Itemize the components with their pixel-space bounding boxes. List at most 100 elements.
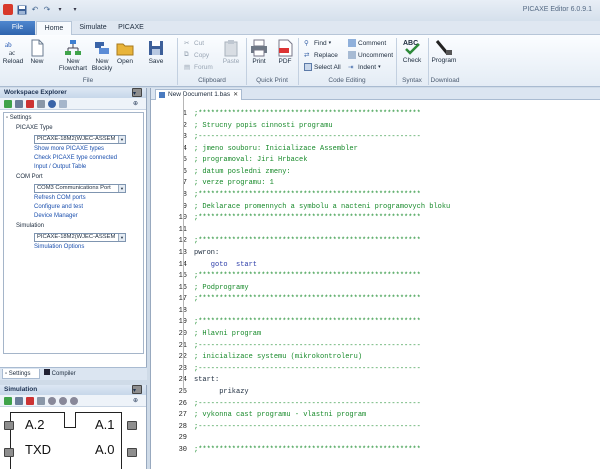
code-line[interactable]: ;***************************************… bbox=[194, 318, 421, 326]
simulation-toolbar bbox=[0, 395, 146, 407]
code-line[interactable]: ; Deklarace promennych a symbolu a nacte… bbox=[194, 203, 450, 211]
code-line[interactable]: ; datum posledni zmeny: bbox=[194, 168, 291, 176]
check-button[interactable]: ABC Check bbox=[400, 38, 424, 64]
code-line[interactable]: pwron: bbox=[194, 249, 219, 257]
wrench-tool-icon[interactable] bbox=[37, 99, 45, 108]
code-line[interactable]: ; vykonna cast programu - vlastni progra… bbox=[194, 411, 366, 419]
add-tool-icon[interactable] bbox=[48, 99, 56, 108]
new-flowchart-button[interactable]: New Flowchart bbox=[58, 39, 88, 72]
cut-button[interactable]: ✂ Cut bbox=[184, 38, 204, 48]
find-button[interactable]: ⚲ Find ▾ bbox=[304, 38, 331, 48]
group-file-label: File bbox=[82, 77, 94, 84]
open-button[interactable]: Open bbox=[116, 39, 134, 65]
zoom-in-icon[interactable] bbox=[59, 396, 67, 405]
tab-simulate[interactable]: Simulate bbox=[74, 21, 112, 35]
configure-test-link[interactable]: Configure and test bbox=[34, 204, 83, 210]
tree-settings[interactable]: ▫ Settings bbox=[6, 115, 31, 121]
quick-access-more-icon[interactable]: ▾ bbox=[70, 4, 80, 15]
chip-pin[interactable] bbox=[4, 421, 14, 430]
code-line[interactable]: ; programoval: Jiri Hrbacek bbox=[194, 156, 307, 164]
code-line[interactable]: ;***************************************… bbox=[194, 214, 421, 222]
document-tab[interactable]: New Document 1.bas ✕ bbox=[155, 89, 243, 100]
io-table-link[interactable]: Input / Output Table bbox=[34, 164, 86, 170]
code-line[interactable]: ; Strucny popis cinnosti programu bbox=[194, 122, 333, 130]
refresh-tool-icon[interactable] bbox=[15, 396, 23, 405]
code-line[interactable]: ;***************************************… bbox=[194, 272, 421, 280]
quick-access-dropdown-icon[interactable]: ▾ bbox=[55, 4, 65, 15]
tab-file[interactable]: File bbox=[0, 21, 35, 35]
code-line[interactable]: prikazy bbox=[194, 388, 248, 396]
print-button[interactable]: Print bbox=[250, 39, 268, 65]
chip-pin[interactable] bbox=[4, 448, 14, 457]
new-blockly-button[interactable]: New Blockly bbox=[90, 39, 114, 72]
zoom-out-icon[interactable] bbox=[70, 396, 78, 405]
pin-icon[interactable]: ▾ ⊕ bbox=[132, 385, 142, 404]
redo-icon[interactable]: ↷ bbox=[42, 4, 52, 15]
chip-pin[interactable] bbox=[127, 421, 137, 430]
replace-button[interactable]: ⇄ Replace bbox=[304, 50, 338, 60]
code-line[interactable]: ;---------------------------------------… bbox=[194, 342, 421, 350]
uncomment-button[interactable]: Uncomment bbox=[348, 50, 393, 60]
code-line[interactable]: ;---------------------------------------… bbox=[194, 400, 421, 408]
undo-icon[interactable]: ↶ bbox=[30, 4, 40, 15]
group-download-label: Download bbox=[430, 77, 460, 84]
delete-tool-icon[interactable] bbox=[26, 99, 34, 108]
refresh-com-link[interactable]: Refresh COM ports bbox=[34, 195, 86, 201]
save-icon[interactable] bbox=[16, 4, 27, 15]
code-line[interactable]: goto start bbox=[194, 261, 257, 269]
paste-button[interactable]: Paste bbox=[221, 39, 241, 65]
settings-tool-icon[interactable] bbox=[4, 99, 12, 108]
fold-margin bbox=[183, 95, 184, 391]
code-line[interactable]: ;***************************************… bbox=[194, 237, 421, 245]
tab-settings[interactable]: ▫ Settings bbox=[2, 369, 40, 379]
code-line[interactable]: ; Hlavni program bbox=[194, 330, 261, 338]
code-line[interactable]: ; verze programu: 1 bbox=[194, 179, 274, 187]
zoom-icon[interactable] bbox=[48, 396, 56, 405]
new-button[interactable]: New bbox=[28, 39, 46, 65]
code-line[interactable]: ;***************************************… bbox=[194, 110, 421, 118]
window-tool-icon[interactable] bbox=[59, 99, 67, 108]
pdf-button[interactable]: PDF bbox=[276, 39, 294, 65]
device-manager-link[interactable]: Device Manager bbox=[34, 213, 78, 219]
save-button[interactable]: Save bbox=[146, 39, 166, 65]
forum-button[interactable]: ▤ Forum bbox=[184, 62, 213, 72]
code-line[interactable]: ;***************************************… bbox=[194, 446, 421, 454]
reload-button[interactable]: ab ac Reload bbox=[2, 39, 24, 65]
com-port-select[interactable]: COM3 Communications Port ▼ bbox=[34, 184, 126, 193]
wrench-tool-icon[interactable] bbox=[37, 396, 45, 405]
copy-button[interactable]: ⧉ Copy bbox=[184, 50, 209, 60]
app-icon[interactable] bbox=[3, 4, 13, 15]
refresh-tool-icon[interactable] bbox=[15, 99, 23, 108]
code-line[interactable]: ; Podprogramy bbox=[194, 284, 249, 292]
picaxe-type-select[interactable]: PICAXE-18M2(WJEC-ASSEM ▼ bbox=[34, 135, 126, 144]
chip-pin[interactable] bbox=[127, 448, 137, 457]
indent-button[interactable]: ⇥ Indent ▾ bbox=[348, 62, 381, 72]
settings-tool-icon[interactable] bbox=[4, 396, 12, 405]
tab-home[interactable]: Home bbox=[36, 21, 72, 36]
editor-area: New Document 1.bas ✕ 1234567891011121314… bbox=[150, 88, 600, 469]
close-icon[interactable]: ✕ bbox=[233, 90, 238, 100]
code-line[interactable]: ;---------------------------------------… bbox=[194, 365, 421, 373]
code-line[interactable]: ; inicializace systemu (mikrokontroleru) bbox=[194, 353, 362, 361]
simulation-type-select[interactable]: PICAXE-18M2(WJEC-ASSEM ▼ bbox=[34, 233, 126, 242]
code-line[interactable]: ;---------------------------------------… bbox=[194, 133, 421, 141]
program-button[interactable]: Program bbox=[431, 38, 457, 64]
delete-tool-icon[interactable] bbox=[26, 396, 34, 405]
code-line[interactable]: start: bbox=[194, 376, 219, 384]
code-line[interactable]: ;---------------------------------------… bbox=[194, 423, 421, 431]
chevron-down-icon: ▼ bbox=[118, 185, 125, 192]
code-line[interactable]: ;***************************************… bbox=[194, 295, 421, 303]
code-line[interactable]: ; jmeno souboru: Inicializace Assembler bbox=[194, 145, 358, 153]
select-all-button[interactable]: Select All bbox=[304, 62, 341, 72]
show-more-types-link[interactable]: Show more PICAXE types bbox=[34, 146, 104, 152]
tab-picaxe[interactable]: PICAXE bbox=[114, 21, 148, 35]
comment-button[interactable]: Comment bbox=[348, 38, 386, 48]
code-line[interactable]: ;***************************************… bbox=[194, 191, 421, 199]
simulation-options-link[interactable]: Simulation Options bbox=[34, 244, 84, 250]
pin-icon[interactable]: ▾ ⊕ bbox=[132, 88, 142, 107]
simulation-header: Simulation ▾ ⊕ bbox=[0, 385, 146, 404]
tree-picaxe-type: PICAXE Type bbox=[16, 125, 53, 131]
tab-compiler[interactable]: Compiler bbox=[42, 369, 82, 379]
document-icon bbox=[159, 92, 165, 98]
check-type-link[interactable]: Check PICAXE type connected bbox=[34, 155, 117, 161]
